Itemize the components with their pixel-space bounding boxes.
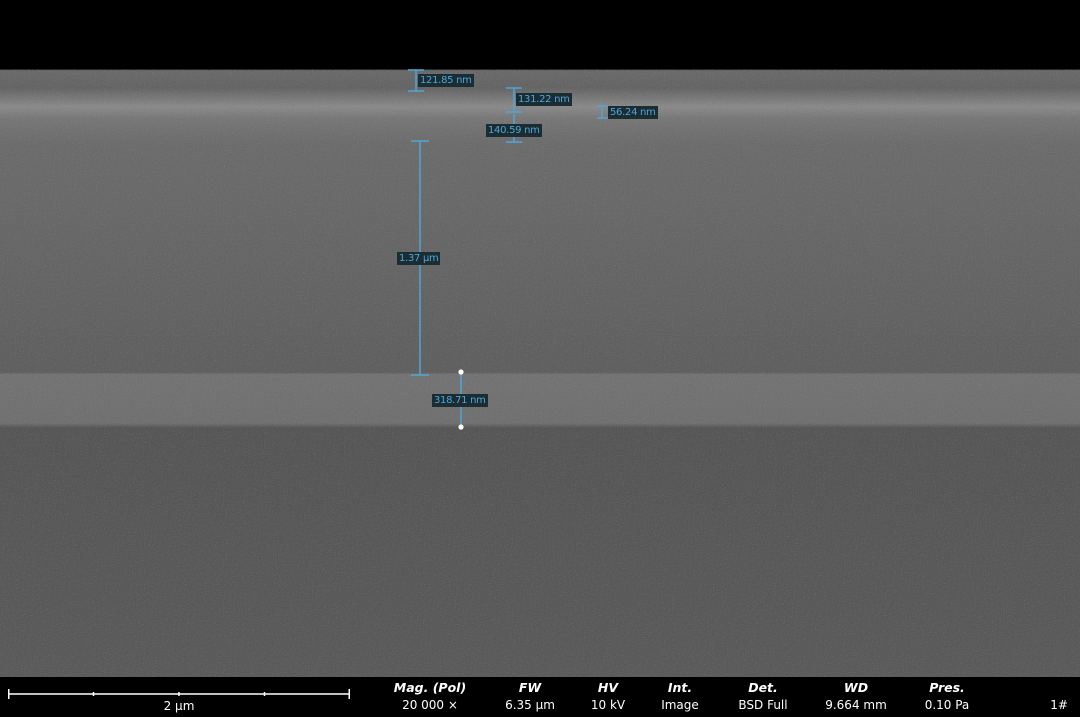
measurement-6-endpoint-top — [458, 369, 464, 375]
measurement-label-6: 318.71 nm — [432, 394, 488, 407]
measurement-label-1: 121.85 nm — [418, 74, 474, 87]
param-det-header: Det. — [748, 680, 778, 695]
param-det-value: BSD Full — [738, 698, 788, 712]
info-bar: 2 µm Mag. (Pol) 20 000 × FW 6.35 µm HV 1… — [0, 677, 1080, 717]
param-det: Det. BSD Full — [713, 680, 813, 714]
measurement-label-5: 1.37 µm — [397, 252, 441, 265]
param-mag-header: Mag. (Pol) — [393, 680, 467, 695]
param-pres: Pres. 0.10 Pa — [897, 680, 997, 714]
param-wd-header: WD — [843, 680, 869, 695]
param-pres-value: 0.10 Pa — [924, 698, 970, 712]
param-wd-value: 9.664 mm — [825, 698, 887, 712]
frame-id: 1# — [1050, 698, 1068, 712]
measurement-label-3: 56.24 nm — [608, 106, 658, 119]
measurement-6-endpoint-bottom — [458, 424, 464, 430]
measurement-3-bracket — [597, 105, 608, 119]
measurement-label-2: 131.22 nm — [516, 93, 572, 106]
measurement-label-4: 140.59 nm — [486, 124, 542, 137]
param-wd: WD 9.664 mm — [806, 680, 906, 714]
scale-bar-label: 2 µm — [163, 699, 195, 713]
scale-bar — [8, 689, 350, 699]
param-mag: Mag. (Pol) 20 000 × — [380, 680, 480, 714]
param-mag-value: 20 000 × — [402, 698, 458, 712]
param-pres-header: Pres. — [929, 680, 965, 695]
sem-micrograph: 121.85 nm 131.22 nm 56.24 nm 140.59 nm 1… — [0, 0, 1080, 677]
